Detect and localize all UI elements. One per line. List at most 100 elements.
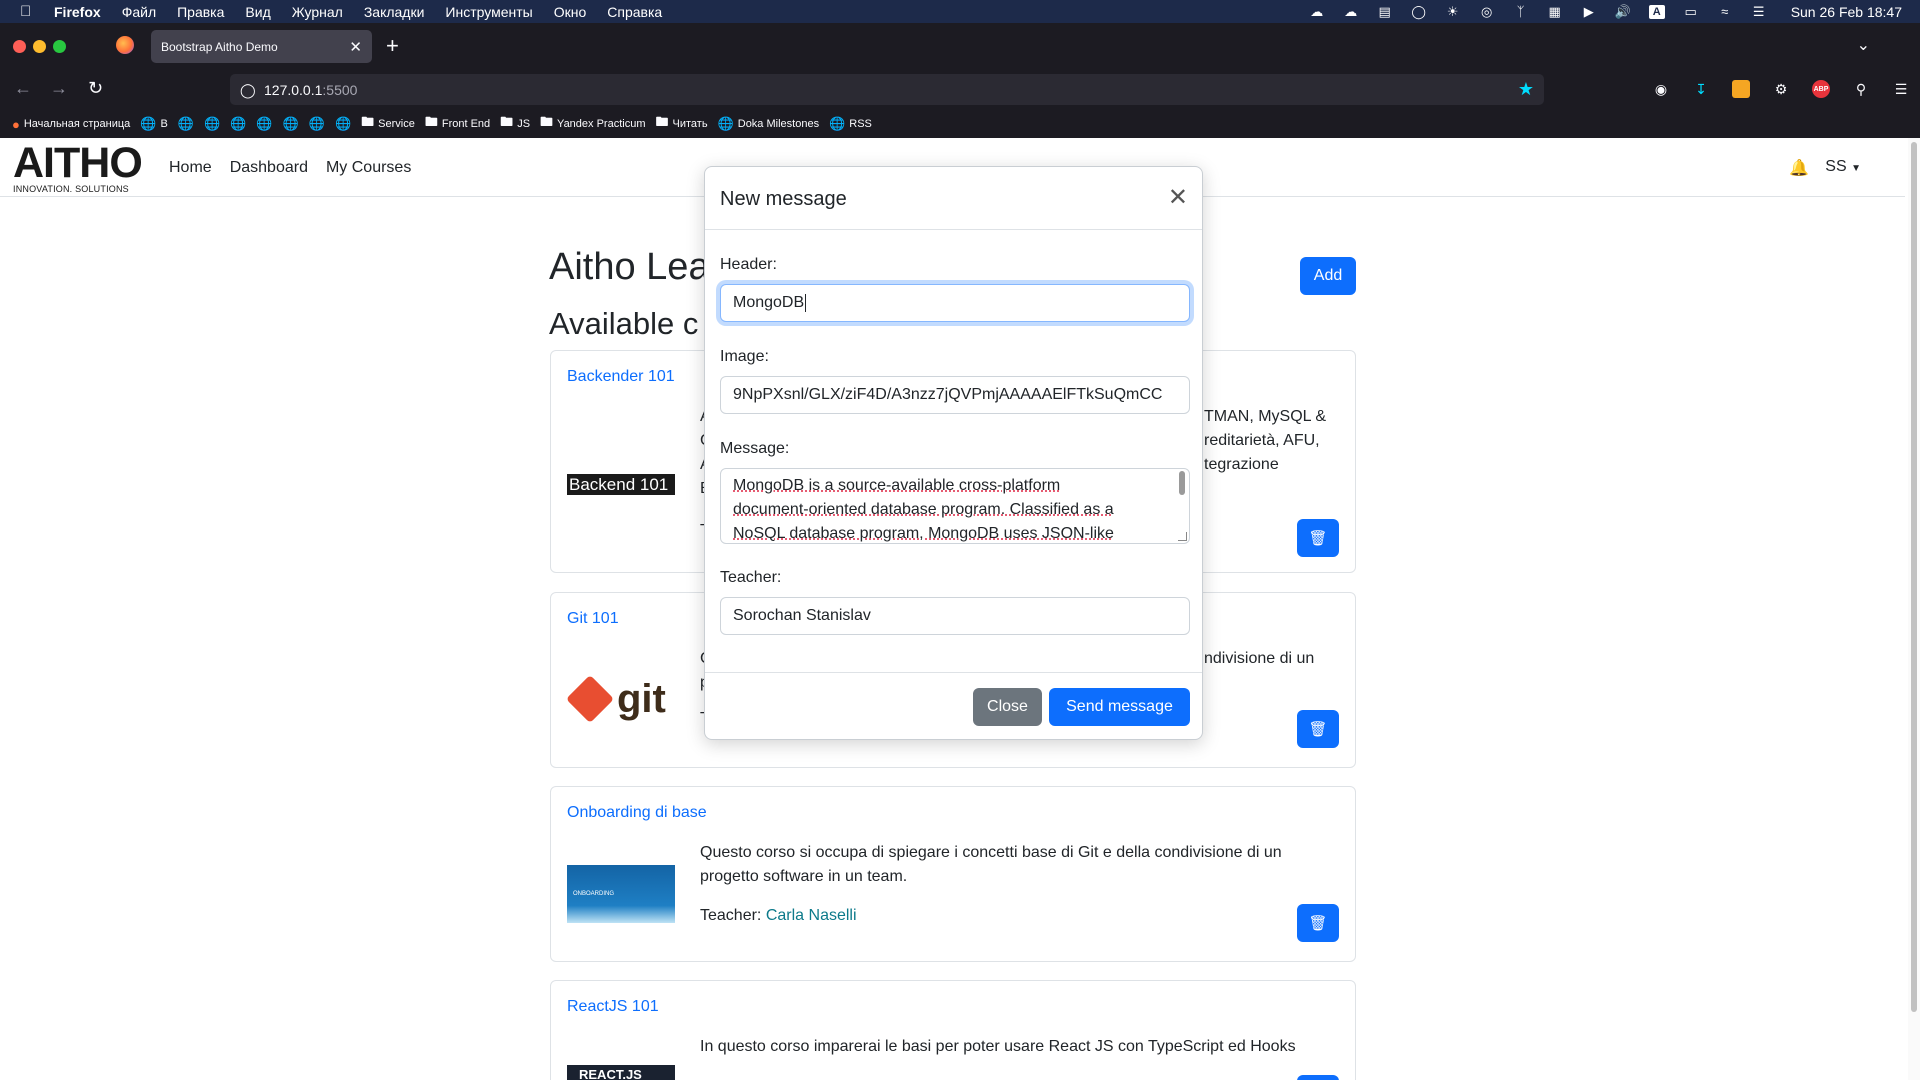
menu-edit[interactable]: Правка [177,4,224,20]
delete-course-button[interactable]: 🗑 [1297,1075,1339,1080]
folder-icon: 🖿 [424,114,438,129]
extensions-puzzle-icon[interactable]: ⚲ [1852,80,1870,98]
globe-icon: 🌐 [177,116,195,131]
git-logo-icon [565,674,615,724]
close-button[interactable]: Close [973,688,1042,726]
play-icon[interactable]: ▶ [1581,4,1597,19]
bell-icon[interactable]: 🔔 [1789,158,1809,178]
volume-icon[interactable]: 🔊 [1615,4,1631,19]
keyboard-layout-icon[interactable]: A [1648,4,1665,19]
nav-my-courses[interactable]: My Courses [326,159,411,177]
downloads-icon[interactable]: ↧ [1692,80,1710,98]
creative-cloud-icon[interactable]: ☁ [1309,4,1325,19]
scrollbar-thumb[interactable] [1911,142,1917,1012]
header-input[interactable]: MongoDB [720,284,1190,322]
extension-icon[interactable] [1732,80,1750,98]
tab-close-icon[interactable]: ✕ [349,38,362,56]
forward-icon[interactable]: → [50,78,68,99]
bookmark-globe[interactable]: 🌐 [283,116,299,132]
bookmark-globe[interactable]: 🌐 [256,116,272,132]
trash-icon: 🗑 [1308,530,1328,547]
header-label: Header: [720,256,777,273]
menu-file[interactable]: Файл [122,4,156,20]
aitho-logo[interactable]: AITHO INNOVATION. SOLUTIONS [13,142,145,195]
bookmark-globe[interactable]: 🌐 [230,116,246,132]
add-course-button[interactable]: Add [1300,257,1356,295]
layout-icon[interactable]: ▦ [1547,4,1563,19]
course-title[interactable]: ReactJS 101 [567,998,659,1016]
page-scrollbar[interactable] [1908,138,1920,1080]
bookmark-globe[interactable]: 🌐 [178,116,194,132]
modal-title: New message [720,188,847,210]
back-icon[interactable]: ← [14,78,32,99]
bookmark-folder-service[interactable]: 🖿 Service [361,113,415,135]
course-card: ReactJS 101 REACT.JS In questo corso imp… [550,980,1356,1080]
gear-extension-icon[interactable]: ⚙ [1772,80,1790,98]
menu-tools[interactable]: Инструменты [445,4,532,20]
bookmark-star-icon[interactable]: ★ [1518,79,1534,100]
message-line: NoSQL database program, MongoDB uses JSO… [733,525,1114,542]
image-input[interactable]: 9NpPXsnl/GLX/ziF4D/A3nzz7jQVPmjAAAAAElFT… [720,376,1190,414]
bookmark-folder-frontend[interactable]: 🖿 Front End [425,113,490,135]
menubar-clock[interactable]: Sun 26 Feb 18:47 [1791,4,1902,20]
course-title[interactable]: Onboarding di base [567,804,707,822]
bookmark-folder-js[interactable]: 🖿 JS [500,113,530,135]
hamburger-menu-icon[interactable]: ☰ [1892,80,1910,98]
nav-dashboard[interactable]: Dashboard [230,159,308,177]
delete-course-button[interactable]: 🗑 [1297,519,1339,557]
bookmark-b[interactable]: 🌐 B [140,116,168,132]
sync-icon[interactable]: ◯ [1411,4,1427,19]
teacher-input[interactable]: Sorochan Stanislav [720,597,1190,635]
menu-history[interactable]: Журнал [292,4,343,20]
bookmark-globe[interactable]: 🌐 [309,116,325,132]
bookmark-label: B [160,118,168,130]
menu-view[interactable]: Вид [245,4,270,20]
adblock-icon[interactable]: ABP [1812,80,1830,98]
apple-icon[interactable]:  [20,3,34,20]
url-bar[interactable]: ◯ □ 127.0.0.1:5500 ★ [230,74,1544,228]
message-textarea[interactable]: MongoDB is a source-available cross-plat… [720,468,1190,544]
wifi-icon[interactable]: ≈ [1717,4,1733,19]
bookmark-doka[interactable]: 🌐 Doka Milestones [718,116,820,132]
menu-help[interactable]: Справка [607,4,662,20]
cloud-icon[interactable]: ☁ [1343,4,1359,19]
user-menu[interactable]: SS ▼ [1825,158,1861,176]
delete-course-button[interactable]: 🗑 [1297,904,1339,942]
nav-home[interactable]: Home [169,159,212,177]
pocket-icon[interactable]: ◉ [1652,80,1670,98]
shazam-icon[interactable]: ◎ [1479,4,1495,19]
bookmark-folder-read[interactable]: 🖿 Читать [656,113,708,135]
close-icon[interactable]: ✕ [1168,183,1188,212]
bookmark-globe[interactable]: 🌐 [335,116,351,132]
course-title[interactable]: Git 101 [567,610,619,628]
reload-icon[interactable]: ↻ [88,78,103,99]
course-image-text: ONBOARDING [573,891,615,897]
control-center-icon[interactable]: ☰ [1751,4,1767,19]
send-message-button[interactable]: Send message [1049,688,1190,726]
tracking-protection-icon[interactable]: ◯ [240,82,256,98]
browser-tab-active[interactable]: Bootstrap Aitho Demo ✕ [151,30,372,63]
tab-list-chevron-icon[interactable]: ⌄ [1857,35,1870,55]
brightness-icon[interactable]: ☀ [1445,4,1461,19]
bookmark-folder-yandex[interactable]: 🖿 Yandex Practicum [540,113,645,135]
resize-handle[interactable] [1178,532,1187,541]
textarea-scrollbar[interactable] [1179,471,1185,495]
menu-window[interactable]: Окно [554,4,587,20]
new-tab-icon[interactable]: + [386,33,399,59]
window-minimize-button[interactable] [33,40,46,53]
bookmark-globe[interactable]: 🌐 [204,116,220,132]
menu-bookmarks[interactable]: Закладки [364,4,425,20]
course-title[interactable]: Backender 101 [567,368,675,386]
delete-course-button[interactable]: 🗑 [1297,710,1339,748]
window-close-button[interactable] [13,40,26,53]
teacher-label: Teacher: [700,907,762,924]
battery-icon[interactable]: ▭ [1683,4,1699,19]
window-zoom-button[interactable] [53,40,66,53]
bookmark-home[interactable]: ● Начальная страница [12,117,130,132]
bluetooth-icon[interactable]: ᛉ [1513,4,1529,19]
menu-app-name[interactable]: Firefox [54,4,101,20]
firefox-icon[interactable] [116,36,134,54]
teacher-link[interactable]: Carla Naselli [766,907,857,924]
bookmark-rss[interactable]: 🌐 RSS [829,116,872,132]
clipboard-icon[interactable]: ▤ [1377,4,1393,19]
